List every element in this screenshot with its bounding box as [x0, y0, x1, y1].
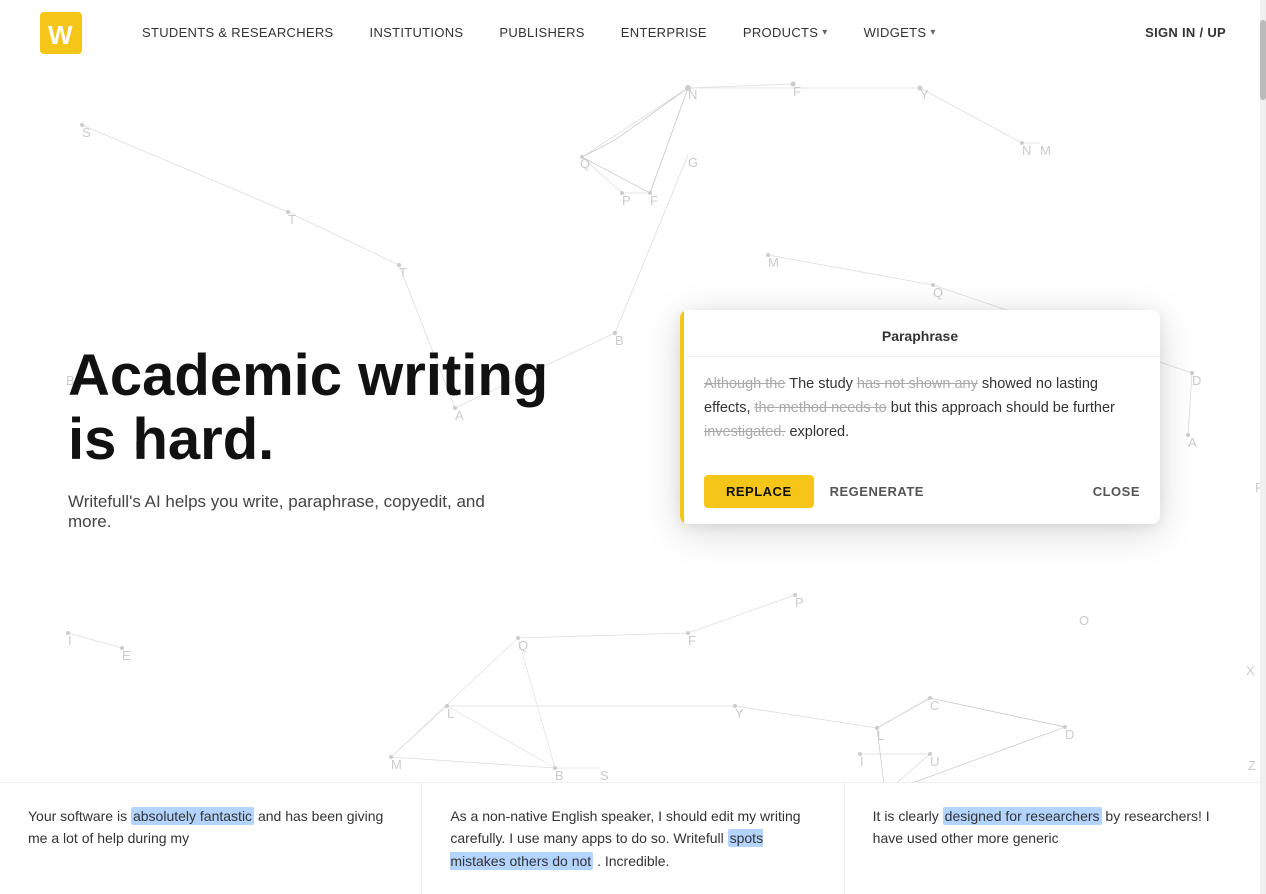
close-button[interactable]: CLOSE	[1093, 484, 1140, 499]
bg-letter: B	[555, 768, 564, 783]
original-text-struck-3: the method needs to	[755, 400, 887, 416]
original-text-struck-2: has not shown any	[857, 376, 978, 392]
testimonial-2-text-after: . Incredible.	[593, 853, 669, 869]
bg-letter: M	[768, 255, 779, 270]
hero-title: Academic writing is hard.	[68, 344, 588, 472]
bg-letter: F	[793, 84, 801, 99]
nav-item-products[interactable]: PRODUCTS ▾	[743, 25, 828, 40]
hero-subtitle: Writefull's AI helps you write, paraphra…	[68, 491, 528, 531]
bg-letter: N	[688, 87, 697, 102]
bg-letter: B	[615, 333, 624, 348]
bg-letter: Q	[933, 285, 943, 300]
original-text-struck-4: investigated.	[704, 424, 785, 440]
nav-links: STUDENTS & RESEARCHERS INSTITUTIONS PUBL…	[142, 25, 1145, 40]
testimonial-1-text-before: Your software is	[28, 808, 131, 824]
testimonial-card-3: It is clearly designed for researchers b…	[845, 782, 1266, 894]
testimonial-card-1: Your software is absolutely fantastic an…	[0, 782, 422, 894]
bg-letter: Q	[580, 156, 590, 171]
paraphrase-text-4: explored.	[789, 424, 849, 440]
nav-item-widgets[interactable]: WIDGETS ▾	[864, 25, 936, 40]
testimonial-3-text-before: It is clearly	[873, 808, 943, 824]
bg-letter: Z	[1248, 758, 1256, 773]
bg-letter: N	[1022, 143, 1031, 158]
writefull-logo[interactable]: W	[40, 12, 82, 54]
bg-letter: A	[1188, 435, 1197, 450]
testimonial-3-highlight: designed for researchers	[943, 807, 1102, 825]
bg-letter: S	[600, 768, 609, 783]
regenerate-button[interactable]: REGENERATE	[830, 484, 924, 499]
bg-letter: D	[1065, 727, 1074, 742]
bg-letter: O	[1079, 613, 1089, 628]
testimonials-section: Your software is absolutely fantastic an…	[0, 782, 1266, 894]
bg-letter: M	[1040, 143, 1051, 158]
bg-letter: T	[288, 212, 296, 227]
card-body: Although the The study has not shown any…	[680, 357, 1160, 465]
replace-button[interactable]: REPLACE	[704, 475, 814, 508]
widgets-chevron-icon: ▾	[930, 27, 935, 38]
card-actions: REPLACE REGENERATE CLOSE	[680, 465, 1160, 524]
nav-item-institutions[interactable]: INSTITUTIONS	[370, 25, 464, 40]
bg-letter: P	[795, 595, 804, 610]
nav-item-students[interactable]: STUDENTS & RESEARCHERS	[142, 25, 334, 40]
bg-letter: S	[82, 125, 91, 140]
bg-letter: T	[399, 265, 407, 280]
bg-letter: D	[1192, 373, 1201, 388]
bg-letter: G	[688, 155, 698, 170]
card-title: Paraphrase	[700, 328, 1140, 344]
bg-letter: U	[930, 754, 939, 769]
paraphrase-card: Paraphrase Although the The study has no…	[680, 310, 1160, 524]
bg-letter: E	[122, 648, 131, 663]
bg-letter: Q	[518, 638, 528, 653]
bg-letter: Y	[735, 706, 744, 721]
testimonial-card-2: As a non-native English speaker, I shoul…	[422, 782, 844, 894]
bg-letter: I	[860, 754, 864, 769]
bg-letter: M	[391, 757, 402, 772]
bg-letter: Y	[920, 87, 929, 102]
scrollbar[interactable]	[1260, 0, 1266, 894]
products-chevron-icon: ▾	[822, 27, 827, 38]
hero-section: Academic writing is hard. Writefull's AI…	[68, 344, 588, 532]
bg-letter: F	[650, 193, 658, 208]
paraphrase-text-1: The study	[789, 376, 857, 392]
original-text-struck-1: Although the	[704, 376, 785, 392]
card-header: Paraphrase	[680, 310, 1160, 357]
testimonial-1-highlight: absolutely fantastic	[131, 807, 254, 825]
nav-item-enterprise[interactable]: ENTERPRISE	[621, 25, 707, 40]
bg-letter: F	[688, 633, 696, 648]
paraphrase-text-3: but this approach should be further	[891, 400, 1115, 416]
svg-text:W: W	[48, 20, 73, 50]
bg-letter: C	[930, 698, 939, 713]
bg-letter: I	[68, 633, 72, 648]
signin-link[interactable]: SIGN IN / UP	[1145, 25, 1226, 40]
bg-letter: L	[447, 706, 454, 721]
bg-letter: P	[622, 193, 631, 208]
nav-item-publishers[interactable]: PUBLISHERS	[499, 25, 584, 40]
navigation: W STUDENTS & RESEARCHERS INSTITUTIONS PU…	[0, 0, 1266, 65]
bg-letter: L	[877, 728, 884, 743]
scrollbar-thumb[interactable]	[1260, 20, 1266, 100]
bg-letter: X	[1246, 663, 1255, 678]
